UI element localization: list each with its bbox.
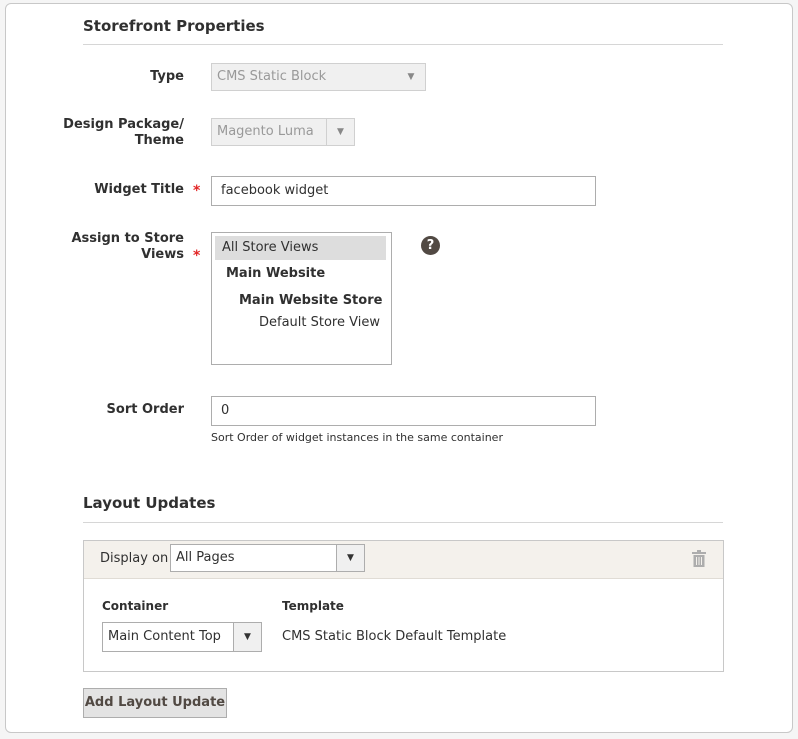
type-select[interactable]: CMS Static Block ▼	[211, 63, 426, 91]
theme-select[interactable]: Magento Luma ▼	[211, 118, 355, 146]
display-on-label: Display on	[100, 551, 169, 566]
trash-icon[interactable]	[692, 550, 706, 567]
type-label: Type	[150, 69, 184, 84]
type-select-value: CMS Static Block	[217, 69, 327, 84]
layout-update-header: Display on All Pages ▼	[84, 541, 723, 579]
store-views-multiselect[interactable]: All Store Views Main Website Main Websit…	[211, 232, 392, 365]
section-divider	[83, 522, 723, 523]
widget-title-label: Widget Title	[94, 182, 184, 197]
display-on-value: All Pages	[176, 550, 235, 565]
container-value: Main Content Top	[108, 629, 221, 644]
container-label: Container	[102, 599, 169, 613]
section-divider	[83, 44, 723, 45]
widget-title-input[interactable]: facebook widget	[211, 176, 596, 206]
template-value: CMS Static Block Default Template	[282, 629, 507, 644]
theme-select-value: Magento Luma	[217, 124, 314, 139]
theme-label-line1: Design Package/	[63, 117, 184, 132]
store-view-option-default[interactable]: Default Store View	[215, 310, 388, 332]
sort-order-note: Sort Order of widget instances in the sa…	[211, 431, 503, 444]
chevron-down-icon: ▼	[336, 545, 364, 571]
chevron-down-icon: ▼	[233, 623, 261, 651]
store-views-label-line1: Assign to Store	[71, 231, 185, 246]
storefront-properties-title: Storefront Properties	[83, 17, 265, 35]
store-view-option-all[interactable]: All Store Views	[215, 236, 386, 260]
theme-label: Design Package/ Theme	[6, 117, 184, 149]
sort-order-label: Sort Order	[106, 402, 184, 417]
store-view-group-website: Main Website	[226, 266, 326, 281]
template-label: Template	[282, 599, 344, 613]
required-marker: *	[193, 183, 201, 199]
sort-order-input[interactable]: 0	[211, 396, 596, 426]
chevron-down-icon: ▼	[326, 119, 354, 145]
widget-properties-panel: Storefront Properties Type CMS Static Bl…	[5, 3, 793, 733]
store-view-group-store: Main Website Store	[239, 293, 383, 308]
store-views-label-line2: Views	[141, 247, 184, 262]
theme-label-line2: Theme	[134, 133, 184, 148]
layout-updates-title: Layout Updates	[83, 494, 216, 512]
required-marker: *	[193, 248, 201, 264]
chevron-down-icon: ▼	[407, 72, 415, 82]
add-layout-update-button[interactable]: Add Layout Update	[83, 688, 227, 718]
store-views-label: Assign to Store Views	[6, 231, 185, 263]
container-select[interactable]: Main Content Top ▼	[102, 622, 262, 652]
question-circle-icon[interactable]: ?	[421, 236, 440, 255]
layout-update-item: Display on All Pages ▼ Container Templat…	[83, 540, 724, 672]
display-on-select[interactable]: All Pages ▼	[170, 544, 365, 572]
